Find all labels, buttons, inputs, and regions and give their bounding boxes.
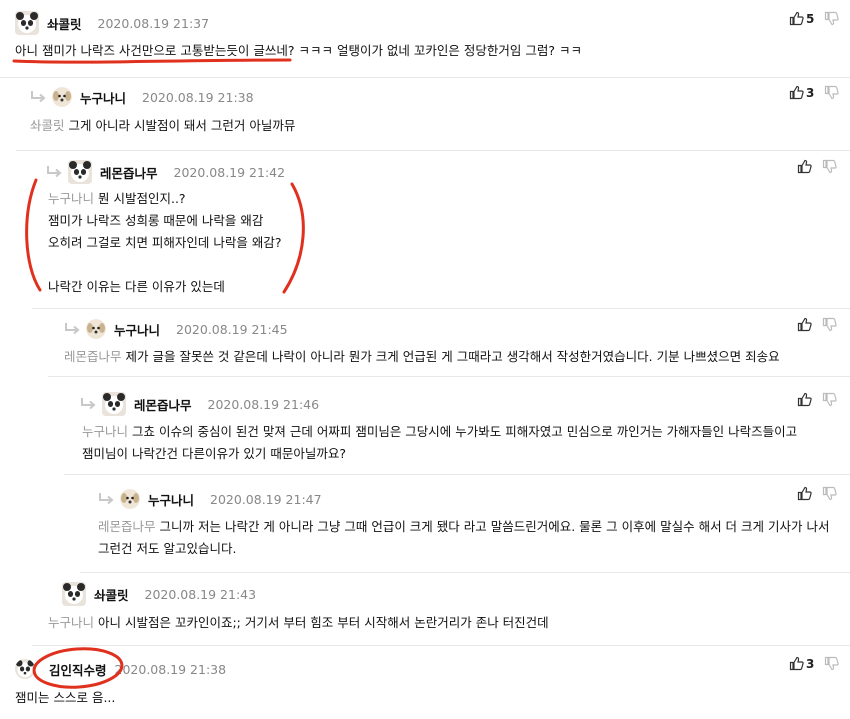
comment-body: 솨콜릿 그게 아니라 시발점이 돼서 그런거 아닐까뮤 xyxy=(30,115,295,137)
mention-tag[interactable]: 레몬즙나무 xyxy=(98,519,156,534)
thumb-down-icon[interactable] xyxy=(824,656,840,671)
comment-item: 김인직수령 2020.08.19 21:38 잼미는 스스로 음... 3 xyxy=(0,645,850,719)
thumb-down-icon[interactable] xyxy=(822,486,837,501)
avatar[interactable] xyxy=(102,392,126,416)
reply-arrow-icon xyxy=(31,90,45,103)
avatar[interactable] xyxy=(86,319,106,339)
comment-date: 2020.08.19 21:42 xyxy=(173,164,286,180)
thumb-down-icon[interactable] xyxy=(822,159,837,174)
comment-text: 제가 글을 잘못쓴 것 같은데 나락이 아니라 뭔가 크게 언급된 게 그때라고… xyxy=(125,349,780,364)
thumb-down-icon[interactable] xyxy=(822,392,837,407)
mention-tag[interactable]: 누구나니 xyxy=(48,191,94,206)
comment-body: 잼미는 스스로 음... xyxy=(15,687,115,709)
author-nickname[interactable]: 누구나니 xyxy=(148,490,194,509)
author-nickname[interactable]: 솨콜릿 xyxy=(47,14,82,33)
reply-item: 누구나니 2020.08.19 21:38 솨콜릿 그게 아니라 시발점이 돼서 … xyxy=(16,77,850,151)
reply-item: 솨콜릿 2020.08.19 21:43 누구나니 아니 시발점은 꼬카인이죠;;… xyxy=(32,572,850,646)
comment-body: 레몬즙나무 제가 글을 잘못쓴 것 같은데 나락이 아니라 뭔가 크게 언급된 게… xyxy=(64,346,780,368)
reply-item: 누구나니 2020.08.19 21:47 레몬즙나무 그니까 저는 나락간 게 … xyxy=(80,474,850,573)
thumb-up-icon xyxy=(789,656,804,671)
comment-body: 레몬즙나무 그니까 저는 나락간 게 아니라 그냥 그때 언급이 크게 됐다 라고… xyxy=(98,516,829,560)
comment-text: 그게 아니라 시발점이 돼서 그런거 아닐까뮤 xyxy=(68,118,296,133)
thumb-down-icon[interactable] xyxy=(822,317,837,332)
comment-body: 아니 잼미가 나락즈 사건만으로 고통받는듯이 글쓰네? ㅋㅋㅋ 얼탱이가 없네… xyxy=(15,40,582,62)
reply-arrow-icon xyxy=(47,165,61,178)
thumb-up-icon[interactable] xyxy=(797,486,812,501)
comment-date: 2020.08.19 21:45 xyxy=(176,321,288,337)
comment-text: 뭔 시발점인지..? 잼미가 나락즈 성희롱 때문에 나락을 왜감 오히려 그걸… xyxy=(48,191,282,294)
thumb-down-icon[interactable] xyxy=(824,11,840,26)
comment-text: 아니 시발점은 꼬카인이죠;; 거기서 부터 힘조 부터 시작해서 논란거리가 … xyxy=(98,615,549,630)
avatar[interactable] xyxy=(120,489,140,509)
comment-text: 아니 잼미가 나락즈 사건만으로 고통받는듯이 글쓰네? ㅋㅋㅋ 얼탱이가 없네… xyxy=(15,43,582,58)
comment-date: 2020.08.19 21:38 xyxy=(142,89,254,105)
like-button[interactable]: 3 xyxy=(789,85,814,100)
reply-item: 레몬즙나무 2020.08.19 21:42 누구나니 뭔 시발점인지..? 잼미… xyxy=(32,150,850,309)
mention-tag[interactable]: 솨콜릿 xyxy=(30,118,65,133)
comment-date: 2020.08.19 21:47 xyxy=(210,491,322,507)
thumb-down-icon[interactable] xyxy=(824,85,840,100)
author-nickname[interactable]: 누구나니 xyxy=(80,88,126,107)
reply-arrow-icon xyxy=(65,322,79,335)
comment-text: 잼미는 스스로 음... xyxy=(15,690,116,705)
comment-date: 2020.08.19 21:38 xyxy=(114,661,227,677)
avatar[interactable] xyxy=(68,160,92,184)
author-nickname[interactable]: 레몬즙나무 xyxy=(134,395,192,414)
mention-tag[interactable]: 누구나니 xyxy=(48,615,94,630)
reply-arrow-icon xyxy=(81,397,95,410)
like-count: 3 xyxy=(806,656,815,671)
reply-item: 레몬즙나무 2020.08.19 21:46 누구나니 그쵸 이슈의 중심이 된건… xyxy=(64,376,850,475)
author-nickname[interactable]: 누구나니 xyxy=(114,320,160,339)
avatar[interactable] xyxy=(15,659,35,679)
author-nickname[interactable]: 솨콜릿 xyxy=(94,585,129,604)
author-nickname[interactable]: 레몬즙나무 xyxy=(100,163,158,182)
comment-text: 그니까 저는 나락간 게 아니라 그냥 그때 언급이 크게 됐다 라고 말씀드린… xyxy=(98,519,830,556)
comment-item: 솨콜릿 2020.08.19 21:37 아니 잼미가 나락즈 사건만으로 고통… xyxy=(0,0,850,78)
author-nickname[interactable]: 김인직수령 xyxy=(49,660,107,679)
reply-item: 누구나니 2020.08.19 21:45 레몬즙나무 제가 글을 잘못쓴 것 같… xyxy=(48,308,850,377)
mention-tag[interactable]: 누구나니 xyxy=(82,424,128,439)
like-count: 5 xyxy=(806,11,815,26)
thumb-up-icon xyxy=(789,85,804,100)
reply-arrow-icon xyxy=(99,492,113,505)
mention-tag[interactable]: 레몬즙나무 xyxy=(64,349,122,364)
thumb-up-icon[interactable] xyxy=(797,159,812,174)
comment-body: 누구나니 뭔 시발점인지..? 잼미가 나락즈 성희롱 때문에 나락을 왜감 오히… xyxy=(48,188,282,298)
avatar[interactable] xyxy=(62,582,86,606)
thumb-up-icon[interactable] xyxy=(797,392,812,407)
comment-body: 누구나니 아니 시발점은 꼬카인이죠;; 거기서 부터 힘조 부터 시작해서 논란… xyxy=(48,612,549,634)
like-count: 3 xyxy=(806,85,815,100)
avatar[interactable] xyxy=(52,87,72,107)
thumb-up-icon xyxy=(789,11,804,26)
thumb-up-icon[interactable] xyxy=(797,317,812,332)
comment-date: 2020.08.19 21:46 xyxy=(207,396,320,412)
like-button[interactable]: 3 xyxy=(789,656,814,671)
comment-date: 2020.08.19 21:43 xyxy=(144,586,257,602)
comment-date: 2020.08.19 21:37 xyxy=(97,15,210,31)
avatar[interactable] xyxy=(15,11,39,35)
like-button[interactable]: 5 xyxy=(789,11,814,26)
comment-body: 누구나니 그쵸 이슈의 중심이 된건 맞져 근데 어짜피 잼미님은 그당시에 누가… xyxy=(82,421,797,465)
comment-text: 그쵸 이슈의 중심이 된건 맞져 근데 어짜피 잼미님은 그당시에 누가봐도 피… xyxy=(82,424,798,461)
